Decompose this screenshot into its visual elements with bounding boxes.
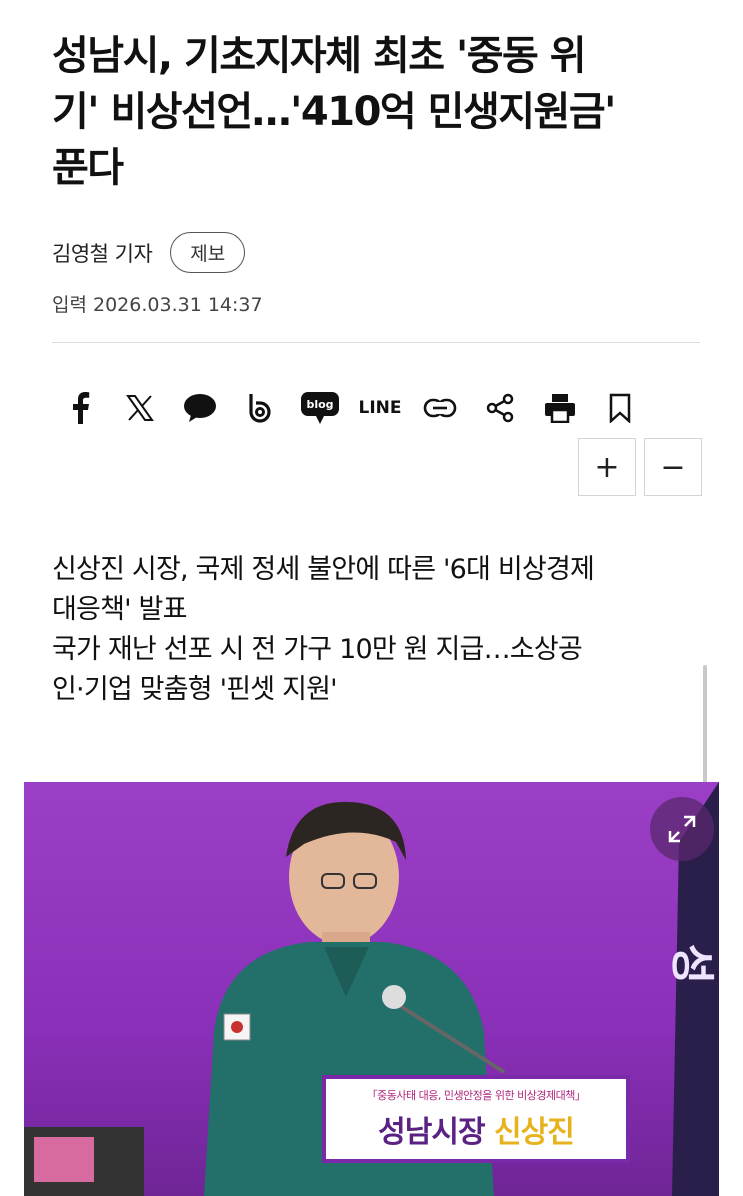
bookmark-icon[interactable] [598, 388, 642, 428]
font-decrease-button[interactable]: − [644, 438, 702, 496]
podium-sign-name: 신상진 [494, 1115, 575, 1150]
share-bar: blog LINE [58, 388, 658, 428]
headline-line: 기' 비상선언…'410억 민생지원금' [52, 89, 616, 135]
podium-sign-prefix: 성남시장 [378, 1115, 495, 1150]
line-label: LINE [358, 398, 402, 418]
blog-label: blog [306, 398, 333, 411]
blog-icon[interactable]: blog [298, 388, 342, 428]
publish-date: 입력 2026.03.31 14:37 [52, 294, 263, 316]
share-icon[interactable] [478, 388, 522, 428]
summary-line: 대응책' 발표 [52, 594, 187, 625]
headline-line: 성남시, 기초지자체 최초 '중동 위 [52, 33, 587, 79]
expand-photo-button[interactable] [650, 797, 714, 861]
headline-line: 푼다 [52, 145, 124, 191]
article-headline: 성남시, 기초지자체 최초 '중동 위 기' 비상선언…'410억 민생지원금'… [52, 28, 702, 196]
link-icon[interactable] [418, 388, 462, 428]
author-name[interactable]: 김영철 기자 [52, 238, 153, 268]
podium-sign: 「중동사태 대응, 민생안정을 위한 비상경제대책」 성남시장 신상진 [322, 1075, 630, 1163]
band-icon[interactable] [238, 388, 282, 428]
byline: 김영철 기자 제보 [52, 232, 246, 273]
expand-icon [668, 815, 696, 843]
tip-button[interactable]: 제보 [170, 232, 246, 273]
flag-text: 성 [666, 943, 718, 985]
kakaotalk-icon[interactable] [178, 388, 222, 428]
print-icon[interactable] [538, 388, 582, 428]
font-increase-button[interactable]: + [578, 438, 636, 496]
summary-line: 신상진 시장, 국제 정세 불안에 따른 '6대 비상경제 [52, 554, 595, 585]
podium-sign-title: 성남시장 신상진 [326, 1107, 626, 1151]
article-summary: 신상진 시장, 국제 정세 불안에 따른 '6대 비상경제 대응책' 발표 국가… [52, 550, 712, 710]
facebook-icon[interactable] [58, 388, 102, 428]
x-icon[interactable] [118, 388, 162, 428]
summary-line: 국가 재난 선포 시 전 가구 10만 원 지급…소상공 [52, 634, 583, 665]
podium-sign-subtitle: 「중동사태 대응, 민생안정을 위한 비상경제대책」 [366, 1089, 586, 1102]
line-icon[interactable]: LINE [358, 388, 402, 428]
divider [52, 342, 700, 343]
summary-line: 인·기업 맞춤형 '핀셋 지원' [52, 674, 338, 705]
